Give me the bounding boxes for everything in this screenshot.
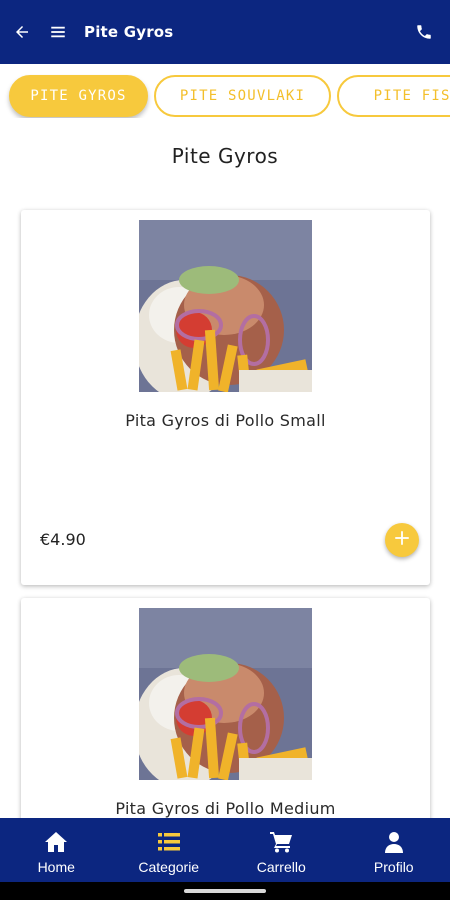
category-chip-pite-souvlaki[interactable]: PITE SOUVLAKI: [154, 75, 331, 117]
nav-item-home[interactable]: Home: [0, 818, 113, 882]
home-icon: [44, 829, 68, 855]
plus-icon: [393, 529, 411, 551]
gesture-handle[interactable]: [184, 889, 266, 893]
nav-item-carrello[interactable]: Carrello: [225, 818, 338, 882]
nav-label: Home: [37, 859, 75, 875]
add-to-cart-button[interactable]: [385, 523, 419, 557]
bottom-navigation: Home Categorie Carrello Profilo: [0, 818, 450, 882]
nav-item-categorie[interactable]: Categorie: [113, 818, 226, 882]
product-name: Pita Gyros di Pollo Medium: [115, 799, 336, 818]
system-navigation-bar: [0, 882, 450, 900]
product-name: Pita Gyros di Pollo Small: [125, 411, 326, 430]
nav-label: Profilo: [373, 859, 414, 875]
category-chips: PITE GYROS PITE SOUVLAKI PITE FISH: [0, 74, 450, 118]
category-chip-pite-fish[interactable]: PITE FISH: [337, 75, 450, 117]
cart-icon: [269, 829, 293, 855]
page-title: Pite Gyros: [84, 23, 174, 41]
person-icon: [382, 829, 406, 855]
nav-item-profilo[interactable]: Profilo: [338, 818, 450, 882]
product-image: [139, 220, 312, 392]
phone-icon[interactable]: [406, 0, 442, 64]
top-app-bar: Pite Gyros: [0, 0, 450, 64]
section-title: Pite Gyros: [171, 144, 279, 168]
product-card[interactable]: Pita Gyros di Pollo Small €4.90: [21, 210, 430, 585]
nav-label: Categorie: [138, 859, 200, 875]
app-screen: Pite Gyros PITE GYROS PITE SOUVLAKI PITE…: [0, 0, 450, 900]
product-price: €4.90: [40, 530, 86, 549]
menu-icon[interactable]: [40, 0, 76, 64]
product-image: [139, 608, 312, 780]
nav-label: Carrello: [256, 859, 306, 875]
back-arrow-icon[interactable]: [4, 0, 40, 64]
list-icon: [157, 829, 181, 855]
category-chip-pite-gyros[interactable]: PITE GYROS: [9, 75, 148, 117]
